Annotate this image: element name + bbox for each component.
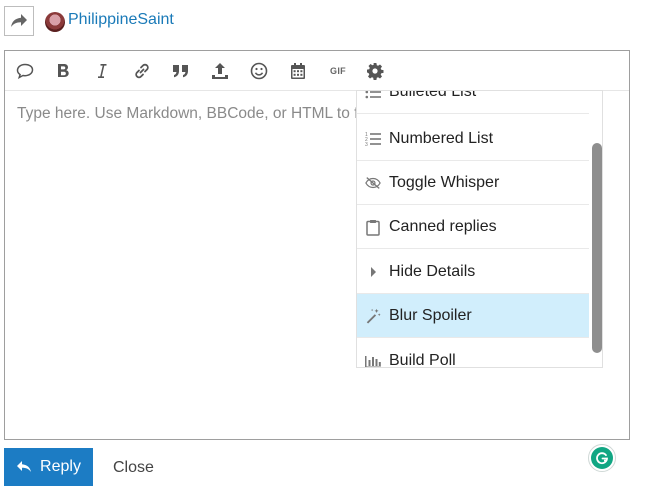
menu-item-bulleted-list[interactable]: Bulleted List xyxy=(357,90,589,114)
avatar[interactable] xyxy=(45,12,65,32)
menu-item-toggle-whisper[interactable]: Toggle Whisper xyxy=(357,161,589,205)
clipboard-icon xyxy=(365,219,381,236)
menu-item-label: Build Poll xyxy=(389,352,456,368)
gear-icon[interactable] xyxy=(363,59,387,83)
editor-textarea[interactable]: Type here. Use Markdown, BBCode, or HTML… xyxy=(17,105,402,123)
grammarly-icon xyxy=(591,447,613,469)
options-menu: Bulleted List 123 Numbered List Toggle W… xyxy=(356,90,603,368)
menu-scrollbar-thumb[interactable] xyxy=(592,143,602,353)
menu-item-label: Numbered List xyxy=(389,130,494,147)
caret-right-icon xyxy=(365,264,381,280)
menu-item-label: Toggle Whisper xyxy=(389,174,500,191)
editor-toolbar: GIF xyxy=(5,51,629,91)
quote-icon[interactable] xyxy=(169,59,193,83)
menu-item-label: Canned replies xyxy=(389,218,497,235)
gif-button[interactable]: GIF xyxy=(325,59,351,83)
username-link[interactable]: PhilippineSaint xyxy=(68,11,174,29)
eye-slash-icon xyxy=(365,175,381,191)
reply-to-button[interactable] xyxy=(4,6,34,36)
menu-item-numbered-list[interactable]: 123 Numbered List xyxy=(357,117,589,161)
italic-icon[interactable] xyxy=(90,59,114,83)
reply-button[interactable]: Reply xyxy=(4,448,93,486)
link-icon[interactable] xyxy=(130,59,154,83)
emoji-icon[interactable] xyxy=(247,59,271,83)
menu-item-hide-details[interactable]: Hide Details xyxy=(357,250,589,294)
upload-icon[interactable] xyxy=(208,59,232,83)
calendar-icon[interactable] xyxy=(286,59,310,83)
menu-item-build-poll[interactable]: Build Poll xyxy=(357,339,589,368)
bulleted-list-icon xyxy=(365,91,381,100)
numbered-list-icon: 123 xyxy=(365,131,381,147)
reply-button-label: Reply xyxy=(40,458,81,475)
menu-item-canned-replies[interactable]: Canned replies xyxy=(357,205,589,249)
share-arrow-icon xyxy=(11,14,27,27)
menu-item-blur-spoiler[interactable]: Blur Spoiler xyxy=(357,294,589,338)
grammarly-button[interactable] xyxy=(588,444,616,472)
close-link[interactable]: Close xyxy=(113,459,154,477)
menu-item-label: Bulleted List xyxy=(389,90,477,100)
gif-label: GIF xyxy=(330,66,346,76)
bold-icon[interactable] xyxy=(51,59,75,83)
reply-arrow-icon xyxy=(17,461,32,472)
menu-item-label: Blur Spoiler xyxy=(389,307,472,324)
bar-chart-icon xyxy=(365,353,381,367)
speech-bubble-icon[interactable] xyxy=(13,59,37,83)
menu-item-label: Hide Details xyxy=(389,263,476,280)
magic-wand-icon xyxy=(365,308,381,324)
svg-text:3: 3 xyxy=(365,142,368,147)
